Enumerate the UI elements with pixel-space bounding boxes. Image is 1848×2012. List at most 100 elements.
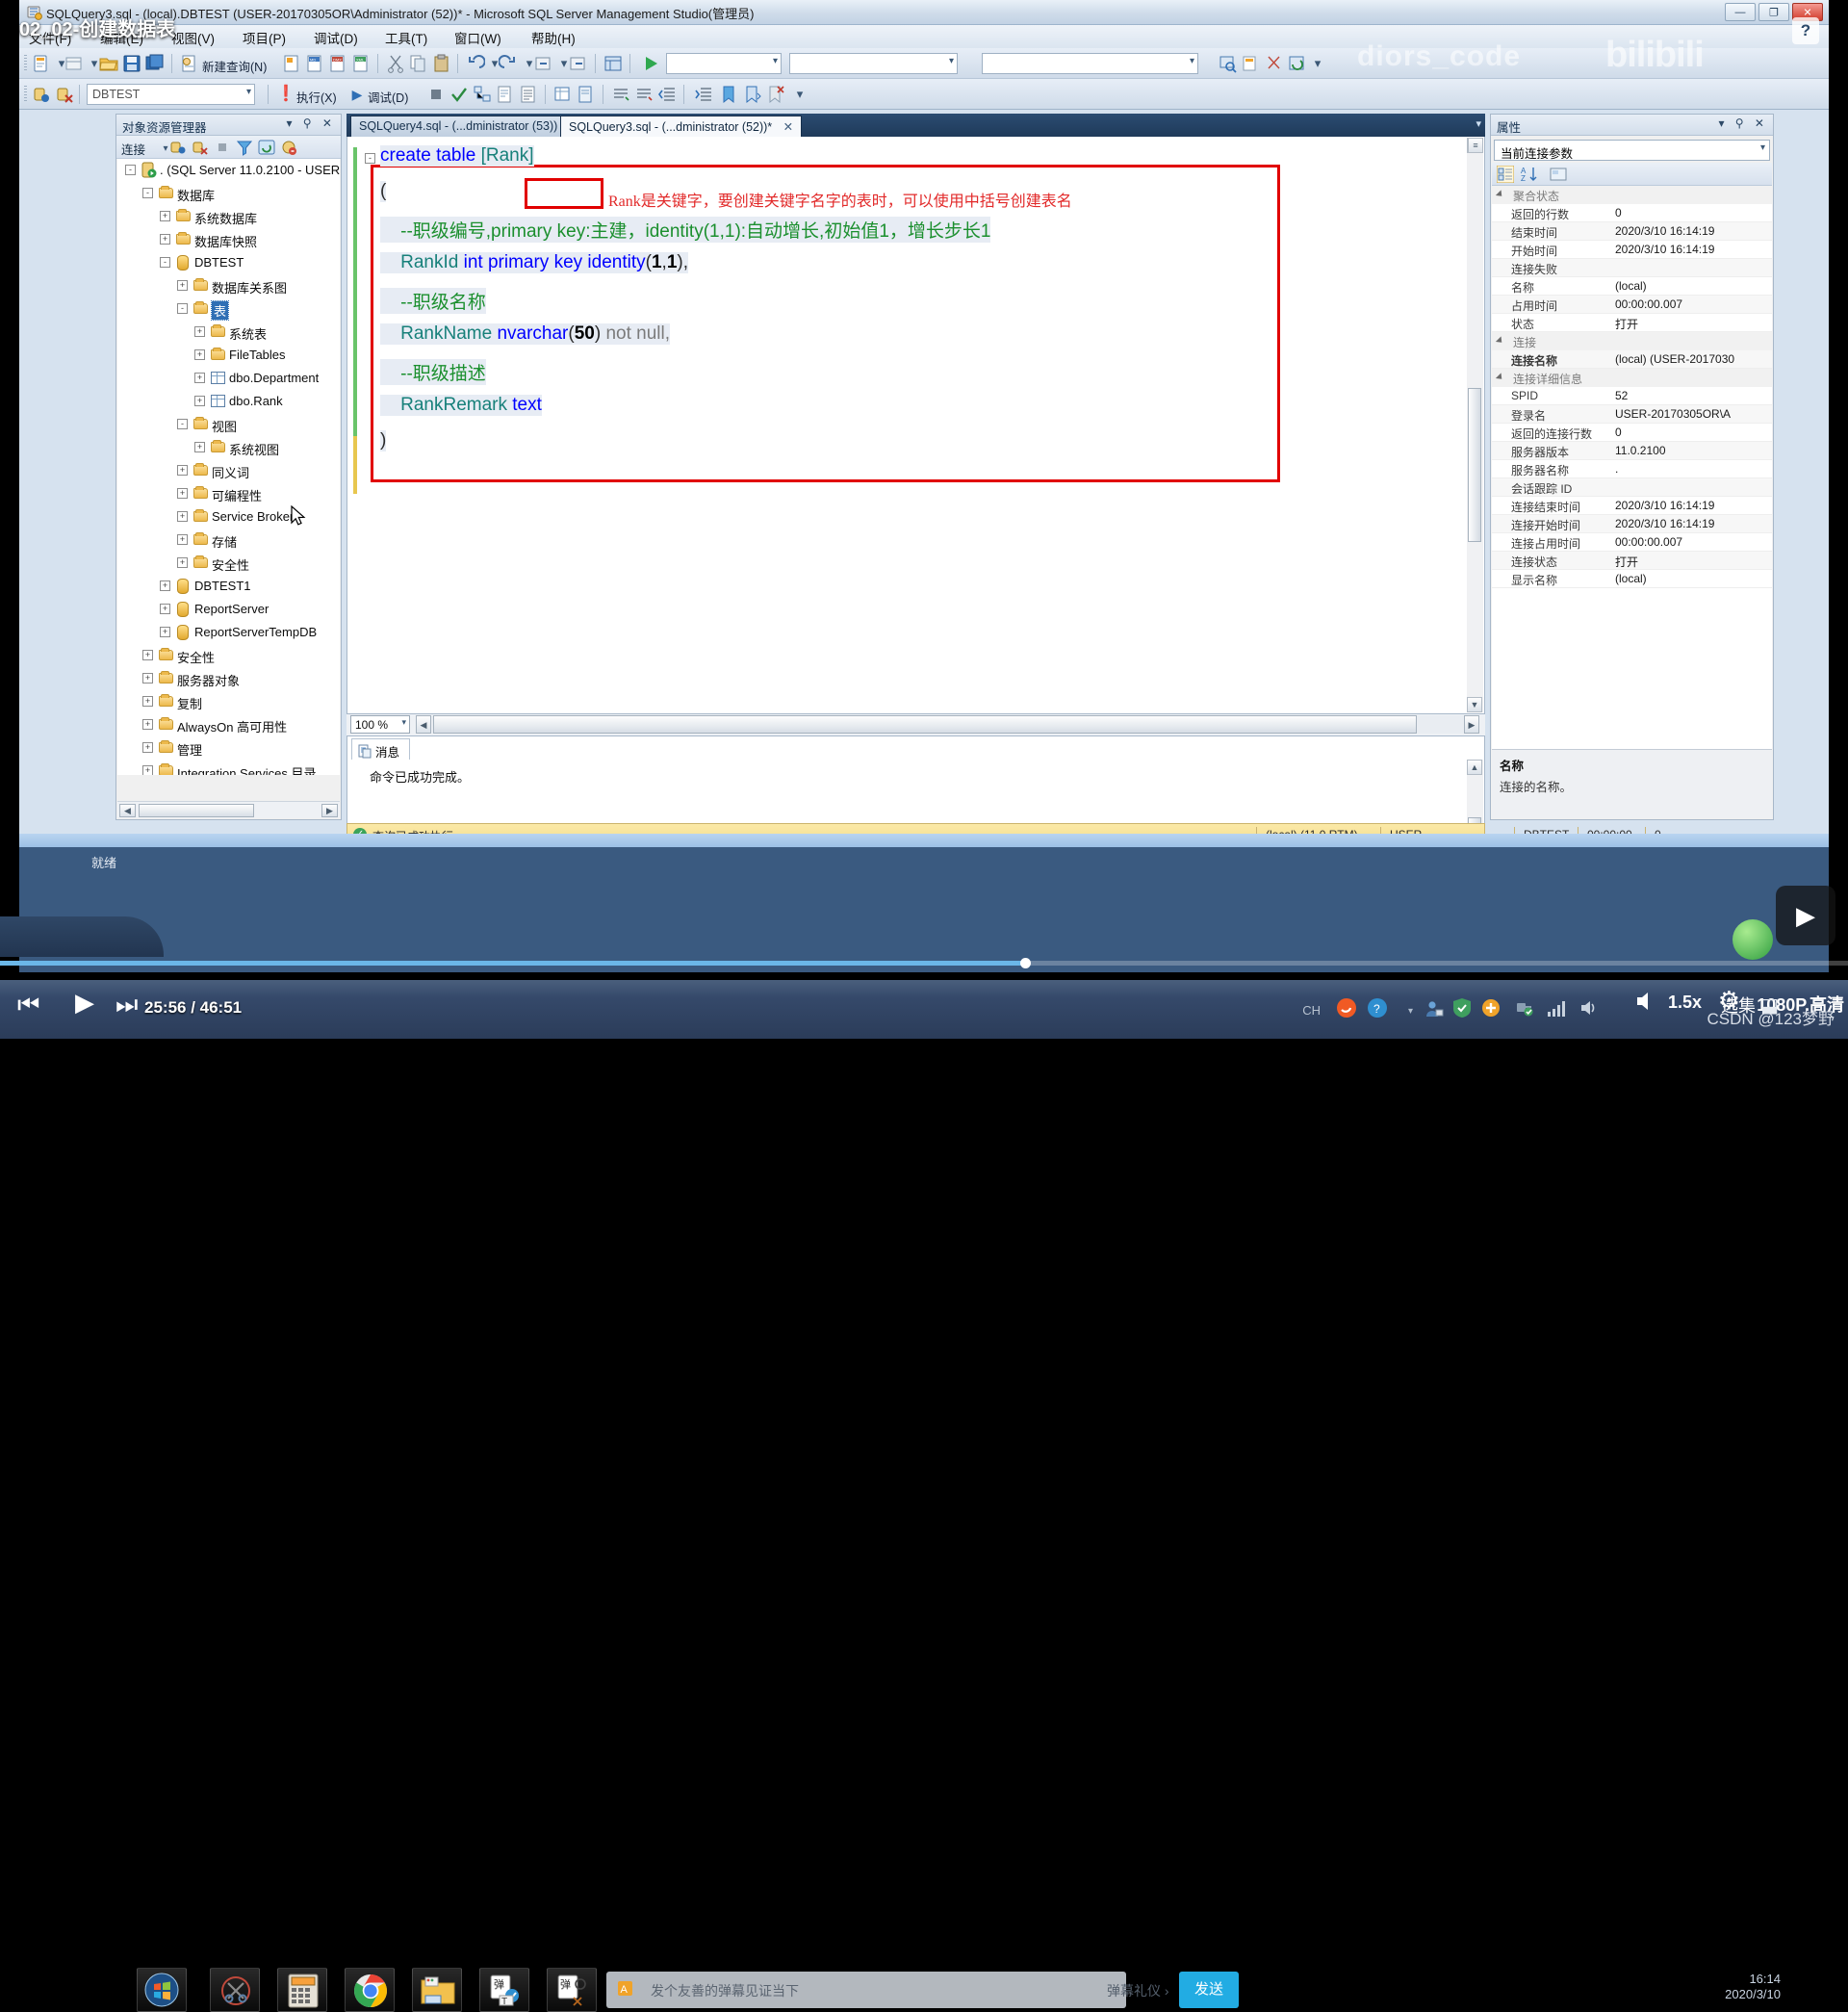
collapse-icon[interactable]: - <box>160 257 170 268</box>
object-explorer-hscrollbar[interactable]: ◀ ▶ <box>117 801 340 818</box>
property-value[interactable]: 2020/3/10 16:14:19 <box>1615 499 1769 512</box>
redo-icon[interactable] <box>498 53 520 74</box>
previous-button[interactable]: ⏮ <box>17 990 39 1020</box>
expand-icon[interactable]: + <box>142 696 153 707</box>
expand-icon[interactable]: + <box>177 534 188 545</box>
database-combo[interactable]: DBTEST <box>87 84 255 105</box>
results-to-text-icon[interactable] <box>518 84 539 105</box>
expand-icon[interactable]: + <box>160 234 170 245</box>
sogou-ime-icon[interactable] <box>1336 997 1357 1021</box>
pane-header-actions[interactable]: ▾ ⚲ ✕ <box>286 116 336 130</box>
tree-node[interactable]: - . (SQL Server 11.0.2100 - USER- <box>117 159 340 182</box>
code-text[interactable]: - Rank是关键字，要创建关键字名字的表时，可以使用中括号创建表名 creat… <box>363 138 1467 684</box>
taskbar-start-button[interactable] <box>137 1968 187 2012</box>
expand-icon[interactable]: + <box>194 442 205 452</box>
property-row[interactable]: 状态 打开 <box>1492 314 1772 332</box>
uncomment-lines-icon[interactable] <box>633 84 654 105</box>
property-row[interactable]: 返回的连接行数 0 <box>1492 424 1772 442</box>
help-badge[interactable]: ? <box>1792 17 1819 44</box>
tree-node[interactable]: -表 <box>117 297 340 321</box>
expand-icon[interactable]: + <box>194 349 205 360</box>
property-value[interactable]: 打开 <box>1615 316 1769 332</box>
property-value[interactable]: 52 <box>1615 389 1769 402</box>
property-value[interactable]: 2020/3/10 16:14:19 <box>1615 224 1769 238</box>
alphabetical-sort-icon[interactable]: AZ <box>1521 166 1538 186</box>
expand-icon[interactable]: + <box>160 627 170 637</box>
properties-header-actions[interactable]: ▾ ⚲ ✕ <box>1718 116 1768 130</box>
new-item-icon[interactable] <box>31 53 52 74</box>
player-volume-icon[interactable] <box>1634 990 1659 1018</box>
property-value[interactable]: 打开 <box>1615 554 1769 570</box>
player-speed-label[interactable]: 1.5x <box>1668 993 1702 1013</box>
paste-icon[interactable] <box>431 53 452 74</box>
oe-scroll-right-arrow[interactable]: ▶ <box>321 804 338 817</box>
property-value[interactable]: 11.0.2100 <box>1615 444 1769 457</box>
editor-hscrollbar[interactable]: ◀ ▶ <box>416 715 1479 734</box>
tree-node[interactable]: + 系统数据库 <box>117 205 340 228</box>
tree-node[interactable]: + 存储 <box>117 529 340 552</box>
danmu-etiquette-link[interactable]: 弹幕礼仪 › <box>1107 1981 1169 2000</box>
tree-node[interactable]: + 服务器对象 <box>117 667 340 690</box>
minimize-button[interactable]: — <box>1725 3 1756 21</box>
editor-hscroll-right-arrow[interactable]: ▶ <box>1464 715 1479 734</box>
cut-icon[interactable] <box>385 53 406 74</box>
bookmark-icon[interactable] <box>718 84 739 105</box>
clear-bookmarks-icon[interactable] <box>764 84 785 105</box>
expand-icon[interactable]: + <box>177 488 188 499</box>
tree-node[interactable]: + 管理 <box>117 736 340 760</box>
taskbar-snipping-tool[interactable] <box>210 1968 260 2012</box>
menu-tools[interactable]: 工具(T) <box>385 28 427 47</box>
collapse-icon[interactable]: - <box>177 303 188 314</box>
tree-node[interactable]: + dbo.Department <box>117 367 340 390</box>
tree-node[interactable]: + 安全性 <box>117 644 340 667</box>
navigate-backward-icon[interactable] <box>533 53 554 74</box>
property-row[interactable]: 名称 (local) <box>1492 277 1772 296</box>
property-value[interactable]: USER-20170305OR\A <box>1615 407 1769 421</box>
oe-refresh-icon[interactable] <box>258 139 275 156</box>
property-row[interactable]: 服务器版本 11.0.2100 <box>1492 442 1772 460</box>
menu-debug[interactable]: 调试(D) <box>314 28 358 47</box>
expand-icon[interactable]: + <box>177 511 188 522</box>
editor-split-handle[interactable]: ≡ <box>1468 138 1483 153</box>
tray-expand-icon[interactable]: ▾ <box>1408 1006 1413 1017</box>
toolbar-combo-3[interactable] <box>982 53 1198 74</box>
expand-icon[interactable]: + <box>142 650 153 660</box>
query-options-icon[interactable] <box>495 84 516 105</box>
toolbar2-grip[interactable] <box>24 86 27 103</box>
tree-node[interactable]: + 数据库关系图 <box>117 274 340 297</box>
property-value[interactable]: (local) <box>1615 572 1769 585</box>
property-value[interactable]: 2020/3/10 16:14:19 <box>1615 517 1769 530</box>
properties-grid[interactable]: 聚合状态 返回的行数 0 结束时间 2020/3/10 16:14:19 开始时间 2020… <box>1492 186 1772 749</box>
tree-node[interactable]: + 系统表 <box>117 321 340 344</box>
parse-check-icon[interactable] <box>449 84 470 105</box>
property-group-header[interactable]: 聚合状态 <box>1492 186 1772 204</box>
template-explorer-icon[interactable] <box>1241 53 1262 74</box>
code-editor[interactable]: - Rank是关键字，要创建关键字名字的表时，可以使用中括号创建表名 creat… <box>346 137 1485 714</box>
new-project-icon[interactable] <box>64 53 85 74</box>
system-clock[interactable]: 16:14 2020/3/10 <box>1725 1972 1781 2002</box>
new-dmx-query-icon[interactable]: DMX <box>327 53 348 74</box>
expand-icon[interactable]: + <box>194 326 205 337</box>
navigate-forward-icon[interactable] <box>568 53 589 74</box>
tree-node[interactable]: + 系统视图 <box>117 436 340 459</box>
property-value[interactable]: 2020/3/10 16:14:19 <box>1615 243 1769 256</box>
tree-node[interactable]: + FileTables <box>117 344 340 367</box>
property-row[interactable]: 开始时间 2020/3/10 16:14:19 <box>1492 241 1772 259</box>
toolbar-overflow-icon[interactable]: ▾ <box>1307 53 1328 74</box>
ime-indicator[interactable]: CH <box>1302 1003 1321 1018</box>
property-value[interactable]: . <box>1615 462 1769 476</box>
danmu-input[interactable]: A 发个友善的弹幕见证当下 <box>606 1972 1126 2008</box>
help-tray-icon[interactable]: ? <box>1367 997 1388 1021</box>
tree-node[interactable]: - 数据库 <box>117 182 340 205</box>
expand-icon[interactable]: + <box>160 211 170 221</box>
property-group-header[interactable]: 连接 <box>1492 332 1772 350</box>
tab-list-dropdown-icon[interactable]: ▾ <box>1476 117 1481 130</box>
next-button[interactable]: ⏭ <box>116 990 138 1020</box>
menu-project[interactable]: 项目(P) <box>243 28 286 47</box>
tree-node[interactable]: + Integration Services 目录 <box>117 760 340 775</box>
toolbar2-overflow-icon[interactable]: ▾ <box>789 84 810 105</box>
tree-node[interactable]: + 数据库快照 <box>117 228 340 251</box>
increase-indent-icon[interactable] <box>693 84 714 105</box>
debug-play-icon[interactable]: ▶ <box>346 84 368 105</box>
save-all-icon[interactable] <box>144 53 166 74</box>
